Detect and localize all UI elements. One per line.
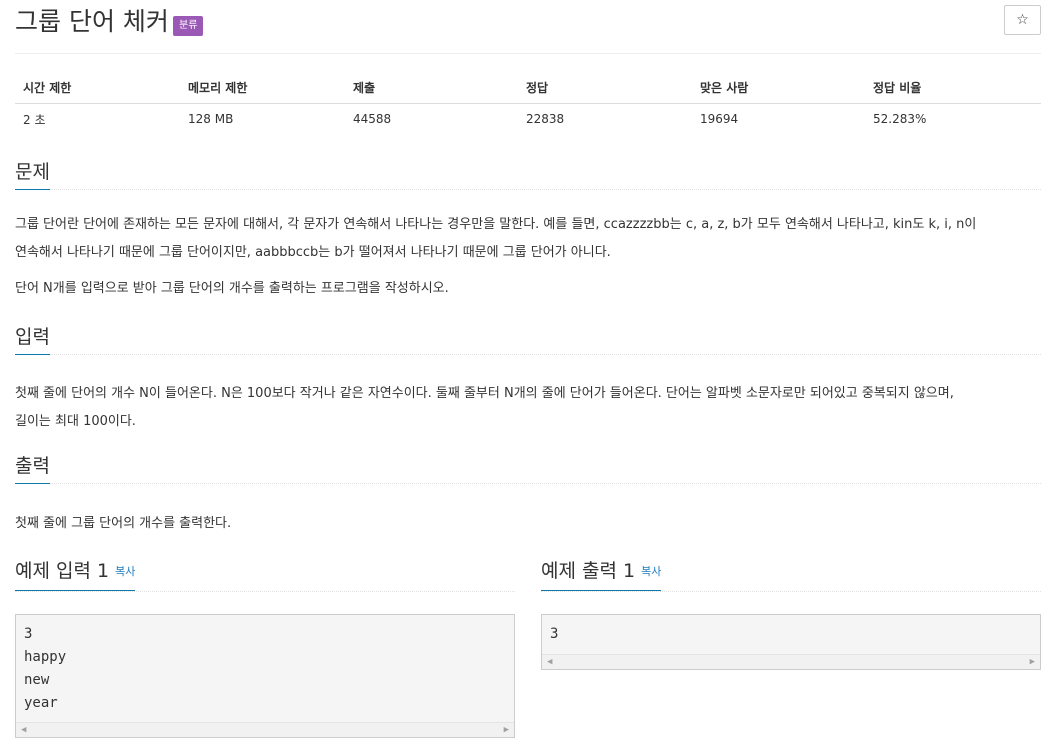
output-heading: 출력 bbox=[15, 452, 50, 484]
scroll-right-icon[interactable]: ▶ bbox=[1030, 657, 1035, 667]
sample-input-heading-row: 예제 입력 1 복사 bbox=[15, 555, 515, 592]
problem-stats-table: 시간 제한 메모리 제한 제출 정답 맞은 사람 정답 비율 2 초 128 M… bbox=[15, 72, 1041, 135]
scroll-right-icon[interactable]: ▶ bbox=[504, 725, 509, 735]
problem-heading: 문제 bbox=[15, 158, 50, 190]
input-description: 첫째 줄에 단어의 개수 N이 들어온다. N은 100보다 작거나 같은 자연… bbox=[15, 380, 1041, 436]
sample-output-box[interactable]: 3 ◀ ▶ bbox=[541, 614, 1041, 670]
sample-input-line: year bbox=[24, 695, 58, 711]
stat-header-ratio: 정답 비율 bbox=[865, 72, 1041, 104]
stat-header-memory-limit: 메모리 제한 bbox=[180, 72, 345, 104]
problem-description: 그룹 단어란 단어에 존재하는 모든 문자에 대해서, 각 문자가 연속해서 나… bbox=[15, 211, 1041, 303]
copy-sample-input-link[interactable]: 복사 bbox=[115, 565, 135, 578]
stat-memory-limit: 128 MB bbox=[188, 112, 234, 127]
title-row: 그룹 단어 체커 분류 ☆ bbox=[15, 5, 1041, 45]
sample-output-heading-row: 예제 출력 1 복사 bbox=[541, 555, 1041, 592]
scroll-left-icon[interactable]: ◀ bbox=[547, 657, 552, 667]
stat-solvers: 19694 bbox=[700, 112, 739, 127]
problem-heading-row: 문제 bbox=[15, 158, 1041, 190]
stat-header-submissions: 제출 bbox=[345, 72, 518, 104]
sample-output-heading: 예제 출력 1 복사 bbox=[541, 555, 662, 591]
problem-section: 문제 그룹 단어란 단어에 존재하는 모든 문자에 대해서, 각 문자가 연속해… bbox=[15, 158, 1041, 303]
horizontal-scrollbar[interactable]: ◀ ▶ bbox=[542, 654, 1040, 669]
sample-output-section: 예제 출력 1 복사 3 ◀ ▶ bbox=[541, 555, 1041, 670]
header-divider bbox=[15, 53, 1041, 54]
star-button[interactable]: ☆ bbox=[1004, 5, 1041, 35]
stat-ratio: 52.283% bbox=[873, 112, 927, 127]
stat-header-solvers: 맞은 사람 bbox=[692, 72, 865, 104]
copy-sample-output-link[interactable]: 복사 bbox=[641, 565, 661, 578]
sample-output-line: 3 bbox=[550, 626, 559, 642]
input-text-line1: 첫째 줄에 단어의 개수 N이 들어온다. N은 100보다 작거나 같은 자연… bbox=[15, 386, 954, 401]
page-title: 그룹 단어 체커 bbox=[15, 7, 169, 36]
problem-text-line2: 연속해서 나타나기 때문에 그룹 단어이지만, aabbbccb는 b가 떨어져… bbox=[15, 245, 611, 260]
stat-time-limit: 2 초 bbox=[23, 112, 46, 127]
sample-output-title: 예제 출력 1 bbox=[541, 560, 636, 582]
sample-input-line: happy bbox=[24, 649, 67, 665]
star-icon: ☆ bbox=[1016, 12, 1029, 28]
stat-submissions: 44588 bbox=[353, 112, 392, 127]
category-badge[interactable]: 분류 bbox=[173, 16, 204, 36]
sample-input-line: new bbox=[24, 672, 50, 688]
output-text: 첫째 줄에 그룹 단어의 개수를 출력한다. bbox=[15, 516, 232, 531]
sample-input-section: 예제 입력 1 복사 3 happy new year ◀ ▶ bbox=[15, 555, 515, 738]
sample-input-box[interactable]: 3 happy new year ◀ ▶ bbox=[15, 614, 515, 738]
input-heading: 입력 bbox=[15, 323, 50, 355]
output-description: 첫째 줄에 그룹 단어의 개수를 출력한다. bbox=[15, 510, 1041, 538]
output-section: 출력 첫째 줄에 그룹 단어의 개수를 출력한다. bbox=[15, 452, 1041, 538]
stat-accepted: 22838 bbox=[526, 112, 565, 127]
stat-header-time-limit: 시간 제한 bbox=[15, 72, 180, 104]
problem-text-line1: 그룹 단어란 단어에 존재하는 모든 문자에 대해서, 각 문자가 연속해서 나… bbox=[15, 217, 977, 232]
sample-input-title: 예제 입력 1 bbox=[15, 560, 110, 582]
input-section: 입력 첫째 줄에 단어의 개수 N이 들어온다. N은 100보다 작거나 같은… bbox=[15, 323, 1041, 436]
problem-text-para2: 단어 N개를 입력으로 받아 그룹 단어의 개수를 출력하는 프로그램을 작성하… bbox=[15, 281, 449, 296]
horizontal-scrollbar[interactable]: ◀ ▶ bbox=[16, 722, 514, 737]
input-text-line2: 길이는 최대 100이다. bbox=[15, 414, 136, 429]
sample-input-heading: 예제 입력 1 복사 bbox=[15, 555, 136, 591]
stat-header-accepted: 정답 bbox=[518, 72, 692, 104]
sample-input-line: 3 bbox=[24, 626, 33, 642]
scroll-left-icon[interactable]: ◀ bbox=[21, 725, 26, 735]
input-heading-row: 입력 bbox=[15, 323, 1041, 355]
problem-page: 그룹 단어 체커 분류 ☆ 시간 제한 메모리 제한 제출 정답 맞은 사람 정… bbox=[15, 0, 1041, 753]
output-heading-row: 출력 bbox=[15, 452, 1041, 484]
